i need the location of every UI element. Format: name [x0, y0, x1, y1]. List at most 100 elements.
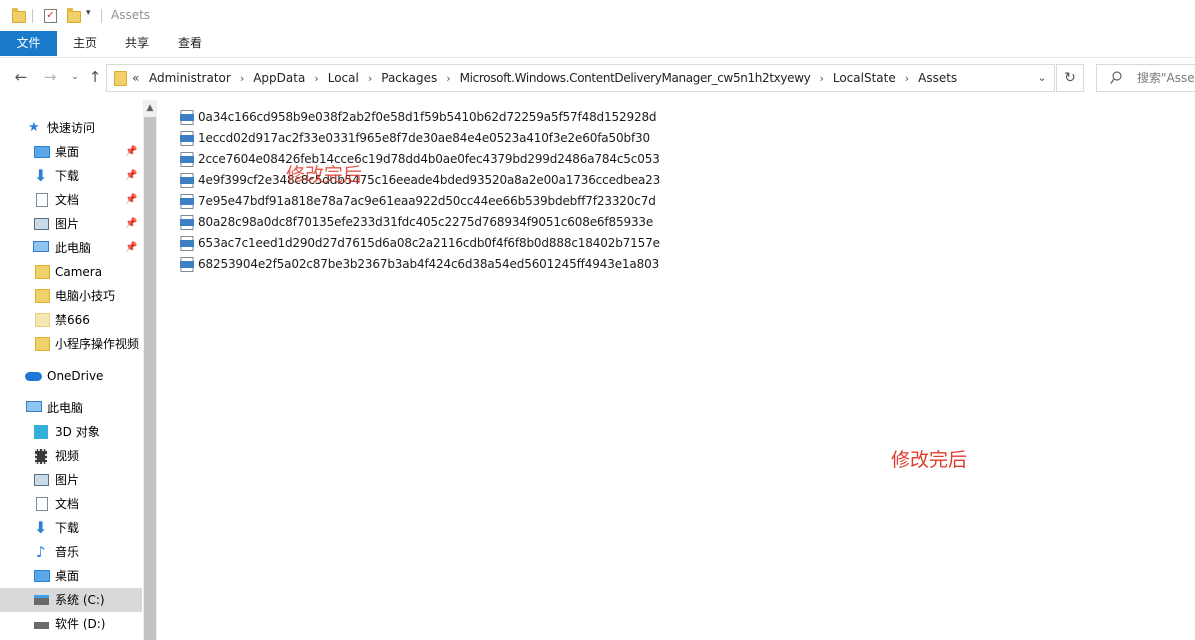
crumb-packages[interactable]: Packages: [381, 71, 437, 85]
file-name: 80a28c98a0dc8f70135efe233d31fdc405c2275d…: [198, 215, 654, 229]
film-icon: [35, 449, 47, 464]
crumb-local[interactable]: Local: [328, 71, 359, 85]
folder-icon: [114, 71, 127, 86]
nav-downloads[interactable]: ⬇ 下载 📌: [0, 164, 142, 188]
annotation-label: 修改完后: [286, 164, 363, 186]
nav-videos[interactable]: 视频: [0, 444, 142, 468]
address-row: ← → ⌄ ↑ « Administrator › AppData › Local › Pa…: [0, 58, 1195, 98]
nav-pictures-2[interactable]: 图片: [0, 468, 142, 492]
chevron-right-icon[interactable]: ›: [446, 72, 450, 85]
nav-desktop-2[interactable]: 桌面: [0, 564, 142, 588]
nav-label: 文档: [55, 193, 80, 207]
search-placeholder: 搜索"Assets": [1137, 71, 1195, 85]
nav-this-pc[interactable]: 此电脑: [0, 396, 142, 420]
computer-icon: [33, 241, 49, 252]
nav-label: 桌面: [55, 145, 80, 159]
tab-view[interactable]: 查看: [171, 31, 209, 56]
file-name: 1eccd02d917ac2f33e0331f965e8f7de30ae84e4…: [198, 131, 650, 145]
picture-icon: [34, 474, 49, 486]
nav-music[interactable]: ♪ 音乐: [0, 540, 142, 564]
nav-3d-objects[interactable]: 3D 对象: [0, 420, 142, 444]
crumb-administrator[interactable]: Administrator: [149, 71, 231, 85]
file-name: 2cce7604e08426feb14cce6c19d78dd4b0ae0fec…: [198, 152, 660, 166]
nav-scrollbar[interactable]: ▲: [143, 100, 157, 640]
nav-label: 禁666: [55, 313, 90, 327]
file-name: 653ac7c1eed1d290d27d7615d6a08c2a2116cdb0…: [198, 236, 660, 250]
annotation-label: 修改完后: [891, 449, 968, 471]
folder-icon: [35, 265, 50, 279]
nav-label: 快速访问: [47, 121, 96, 135]
folder-icon: [35, 337, 50, 351]
jpg-file-icon: [180, 215, 194, 230]
pin-icon[interactable]: 📌: [125, 188, 137, 212]
nav-desktop[interactable]: 桌面 📌: [0, 140, 142, 164]
up-arrow-icon[interactable]: ↑: [84, 66, 106, 88]
forward-arrow-icon[interactable]: →: [39, 66, 61, 88]
nav-label: 系统 (C:): [55, 593, 105, 607]
navigation-pane: ★ 快速访问 桌面 📌 ⬇ 下载 📌 文档 📌 图片 📌 此电脑 📌 Camer…: [0, 100, 142, 640]
nav-label: 软件 (D:): [55, 617, 106, 631]
search-icon: [1110, 71, 1122, 84]
pin-icon[interactable]: 📌: [125, 212, 137, 236]
download-arrow-icon: ⬇: [34, 518, 48, 537]
nav-camera[interactable]: Camera: [0, 260, 142, 284]
crumb-appdata[interactable]: AppData: [253, 71, 305, 85]
pin-icon[interactable]: 📌: [125, 164, 137, 188]
nav-documents[interactable]: 文档 📌: [0, 188, 142, 212]
nav-label: 图片: [55, 217, 80, 231]
file-name: 7e95e47bdf91a818e78a7ac9e61eaa922d50cc44…: [198, 194, 656, 208]
tab-file[interactable]: 文件: [0, 31, 57, 56]
nav-jin666[interactable]: 禁666: [0, 308, 142, 332]
chevron-right-icon[interactable]: ›: [819, 72, 823, 85]
address-overflow[interactable]: «: [132, 65, 139, 91]
nav-quick-access[interactable]: ★ 快速访问: [0, 116, 142, 140]
drive-icon: [34, 622, 49, 629]
music-note-icon: ♪: [36, 543, 46, 561]
nav-this-pc-pinned[interactable]: 此电脑 📌: [0, 236, 142, 260]
crumb-assets[interactable]: Assets: [918, 71, 957, 85]
nav-pictures[interactable]: 图片 📌: [0, 212, 142, 236]
breadcrumb: Administrator › AppData › Local › Packages › Mic…: [149, 65, 957, 91]
nav-label: 音乐: [55, 545, 80, 559]
nav-label: 小程序操作视频: [55, 337, 140, 351]
address-history-chevron-icon[interactable]: ⌄: [1030, 65, 1054, 91]
nav-downloads-2[interactable]: ⬇ 下载: [0, 516, 142, 540]
jpg-file-icon: [180, 173, 194, 188]
customize-quick-access-chevron-icon[interactable]: ▾: [86, 8, 91, 18]
nav-label: OneDrive: [47, 369, 104, 383]
nav-miniprogram[interactable]: 小程序操作视频: [0, 332, 142, 356]
crumb-localstate[interactable]: LocalState: [833, 71, 896, 85]
chevron-right-icon[interactable]: ›: [368, 72, 372, 85]
nav-onedrive[interactable]: OneDrive: [0, 364, 142, 388]
crumb-contentdeliverymanager[interactable]: Microsoft.Windows.ContentDeliveryManager…: [460, 71, 811, 85]
cube-icon: [34, 425, 48, 439]
nav-drive-c[interactable]: 系统 (C:): [0, 588, 142, 612]
refresh-icon[interactable]: ↻: [1056, 64, 1084, 92]
back-arrow-icon[interactable]: ←: [10, 66, 32, 88]
chevron-right-icon[interactable]: ›: [314, 72, 318, 85]
nav-label: 文档: [55, 497, 80, 511]
nav-documents-2[interactable]: 文档: [0, 492, 142, 516]
chevron-right-icon[interactable]: ›: [240, 72, 244, 85]
download-arrow-icon: ⬇: [34, 166, 48, 185]
nav-label: 电脑小技巧: [55, 289, 116, 303]
search-input[interactable]: 搜索"Assets": [1096, 64, 1195, 92]
recent-locations-chevron-icon[interactable]: ⌄: [64, 66, 86, 88]
scroll-up-arrow-icon[interactable]: ▲: [143, 100, 157, 117]
folder-icon: [12, 8, 26, 23]
pin-icon[interactable]: 📌: [125, 236, 137, 260]
nav-tips[interactable]: 电脑小技巧: [0, 284, 142, 308]
address-bar[interactable]: « Administrator › AppData › Local › Packages › M…: [106, 64, 1055, 92]
nav-drive-d[interactable]: 软件 (D:): [0, 612, 142, 636]
folder-icon: [35, 289, 50, 303]
picture-icon: [34, 218, 49, 230]
scroll-thumb[interactable]: [144, 117, 156, 640]
computer-icon: [26, 401, 42, 412]
pin-icon[interactable]: 📌: [125, 140, 137, 164]
chevron-right-icon[interactable]: ›: [905, 72, 909, 85]
properties-check-icon[interactable]: ✓: [44, 9, 57, 23]
new-folder-icon[interactable]: [67, 8, 81, 23]
tab-home[interactable]: 主页: [66, 31, 104, 56]
tab-share[interactable]: 共享: [118, 31, 156, 56]
nav-label: 下载: [55, 169, 80, 183]
